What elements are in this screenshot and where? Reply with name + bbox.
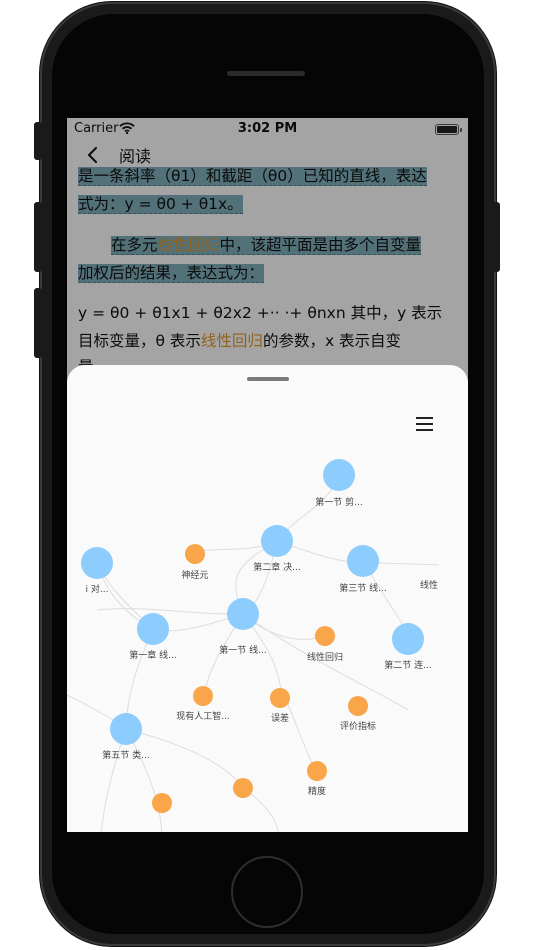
- graph-node-label: i 对...: [86, 583, 109, 595]
- graph-edge: [125, 728, 163, 832]
- knowledge-graph[interactable]: 第一节 剪... 第二章 决... 神经元 第三节 线... 线性 i 对...…: [67, 365, 468, 832]
- graph-node-chapter[interactable]: [392, 623, 424, 655]
- graph-node-chapter[interactable]: [110, 713, 142, 745]
- graph-node-label: 第二节 连...: [384, 659, 431, 671]
- power-button: [492, 202, 500, 272]
- graph-node-concept[interactable]: [193, 686, 213, 706]
- graph-node-chapter[interactable]: [81, 547, 113, 579]
- graph-node-label: 现有人工智...: [176, 710, 230, 722]
- graph-node-concept[interactable]: [233, 778, 253, 798]
- graph-node-label: 第一章 线...: [129, 649, 176, 661]
- volume-up-button: [34, 202, 42, 272]
- reading-content: 是一条斜率（θ1）和截距（θ0）已知的直线，表达 式为：y = θ0 + θ1x…: [67, 167, 468, 390]
- home-button[interactable]: [231, 856, 303, 928]
- graph-node-chapter[interactable]: [347, 545, 379, 577]
- graph-node-label: 线性: [420, 579, 438, 591]
- graph-node-chapter[interactable]: [323, 459, 355, 491]
- graph-node-label: 评价指标: [340, 720, 376, 732]
- graph-node-chapter[interactable]: [261, 525, 293, 557]
- graph-node-label: 精度: [308, 785, 326, 797]
- keyword-link[interactable]: 线性回归: [201, 332, 263, 350]
- graph-node-concept[interactable]: [315, 626, 335, 646]
- paragraph-line: 目标变量，θ 表示线性回归的参数，x 表示自变: [78, 332, 402, 350]
- graph-node-label: 误差: [271, 712, 289, 724]
- graph-node-concept[interactable]: [152, 793, 172, 813]
- earpiece-speaker: [227, 71, 305, 76]
- knowledge-graph-sheet: 第一节 剪... 第二章 决... 神经元 第三节 线... 线性 i 对...…: [67, 365, 468, 832]
- graph-node-label: 第一节 线...: [219, 644, 266, 656]
- graph-node-chapter[interactable]: [227, 598, 259, 630]
- mute-switch: [34, 122, 42, 160]
- graph-node-label: 第一节 剪...: [315, 496, 362, 508]
- graph-node-label: 第三节 线...: [339, 582, 386, 594]
- paragraph-line: 式为：y = θ0 + θ1x。: [78, 195, 243, 214]
- graph-node-label: 线性回归: [307, 651, 343, 663]
- graph-node-concept[interactable]: [270, 688, 290, 708]
- volume-down-button: [34, 288, 42, 358]
- graph-node-concept[interactable]: [348, 696, 368, 716]
- screen: Carrier 3:02 PM 阅读 是一条斜率（θ1）和截距（θ0）已知的直线…: [67, 118, 468, 832]
- battery-icon: [435, 124, 462, 135]
- status-time: 3:02 PM: [237, 121, 298, 136]
- graph-node-concept[interactable]: [307, 761, 327, 781]
- graph-node-concept[interactable]: [185, 544, 205, 564]
- graph-node-label: 神经元: [181, 569, 208, 581]
- graph-node-label: 第五节 类...: [102, 749, 149, 761]
- status-bar: Carrier 3:02 PM: [67, 118, 468, 140]
- graph-node-chapter[interactable]: [137, 613, 169, 645]
- graph-edge: [96, 608, 244, 615]
- paragraph-line: 加权后的结果，表达式为：: [78, 264, 265, 283]
- keyword-link[interactable]: 线性回归: [158, 236, 220, 254]
- graph-node-label: 第二章 决...: [253, 561, 300, 573]
